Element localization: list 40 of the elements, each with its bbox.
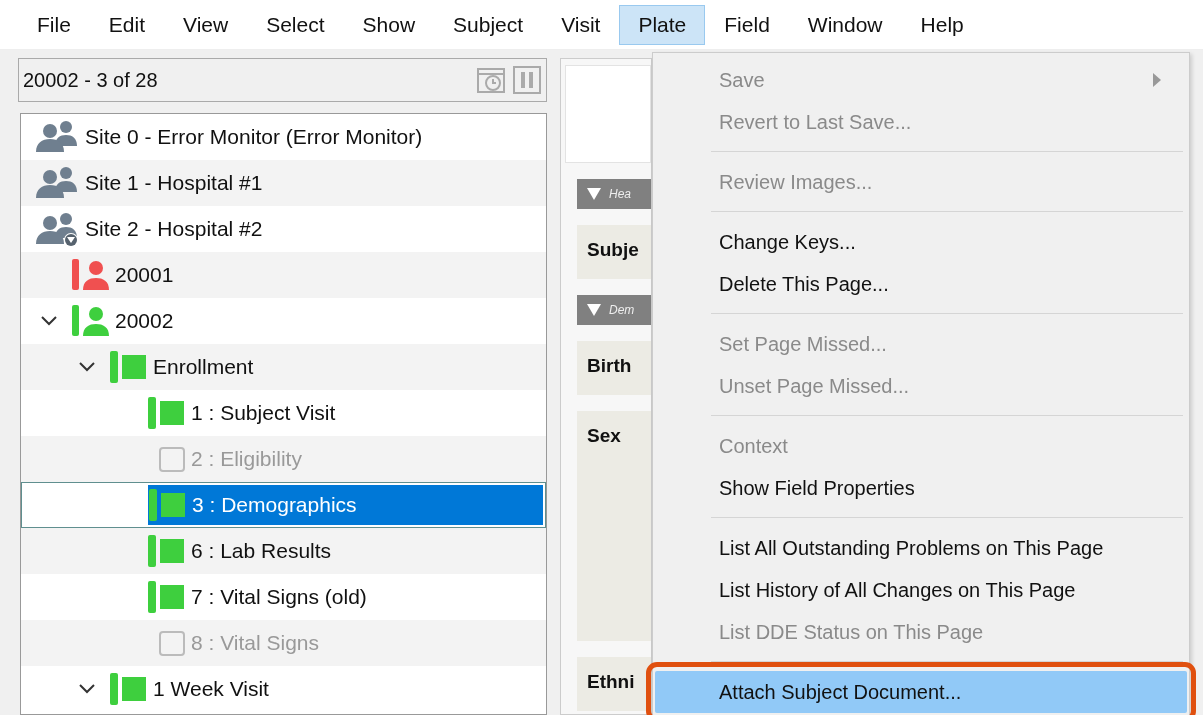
tree-item-label[interactable]: Enrollment xyxy=(153,355,254,379)
tree-item-label[interactable]: Site 1 - Hospital #1 xyxy=(85,171,263,195)
selected-tree-item[interactable]: 3 : Demographics xyxy=(148,485,543,525)
menu-item[interactable]: Visit xyxy=(542,4,620,45)
chevron-down-icon[interactable] xyxy=(79,362,95,372)
field-label: Sex xyxy=(577,411,651,641)
field-label: Ethni xyxy=(577,657,651,711)
menu-item[interactable]: Help xyxy=(901,4,983,45)
menu-item[interactable]: Show xyxy=(343,4,435,45)
chevron-down-icon[interactable] xyxy=(79,684,95,694)
field-label: Subje xyxy=(577,225,651,279)
menu-item[interactable]: File xyxy=(18,4,90,45)
menu-item[interactable]: Field xyxy=(705,4,789,45)
collapse-triangle-icon xyxy=(587,188,601,200)
record-position: 20002 - 3 of 28 xyxy=(23,68,159,92)
menu-item[interactable]: Plate xyxy=(619,4,706,45)
tree-item-label[interactable]: Site 0 - Error Monitor (Error Monitor) xyxy=(85,125,423,149)
chevron-down-icon[interactable] xyxy=(41,316,57,326)
menu-option[interactable]: Change Keys... xyxy=(655,221,1187,263)
menu-item[interactable]: View xyxy=(164,4,248,45)
section-title: Hea xyxy=(609,187,631,201)
menu-option[interactable]: List All Outstanding Problems on This Page xyxy=(655,527,1187,569)
tree-item-label[interactable]: 1 Week Visit xyxy=(153,677,269,701)
menu-option[interactable]: List History of All Changes on This Page xyxy=(655,569,1187,611)
menu-item[interactable]: Window xyxy=(788,4,902,45)
tree-item-label[interactable]: 7 : Vital Signs (old) xyxy=(191,585,367,609)
menu-item[interactable]: Edit xyxy=(89,4,165,45)
tree-item-label[interactable]: 6 : Lab Results xyxy=(191,539,332,563)
menu-item[interactable]: Select xyxy=(247,4,344,45)
field-label: Birth xyxy=(577,341,651,395)
tree-item-label[interactable]: 20001 xyxy=(115,263,174,287)
menu-option[interactable]: Show Field Properties xyxy=(655,467,1187,509)
tree-item-label[interactable]: Site 2 - Hospital #2 xyxy=(85,217,263,241)
tree-item-label: 3 : Demographics xyxy=(192,493,357,517)
menu-option[interactable]: Delete This Page... xyxy=(655,263,1187,305)
tree-item-label[interactable]: 1 : Subject Visit xyxy=(191,401,336,425)
section-title: Dem xyxy=(609,303,635,317)
tree-item-label[interactable]: 20002 xyxy=(115,309,174,333)
collapse-triangle-icon xyxy=(587,304,601,316)
menu-item[interactable]: Subject xyxy=(434,4,543,45)
